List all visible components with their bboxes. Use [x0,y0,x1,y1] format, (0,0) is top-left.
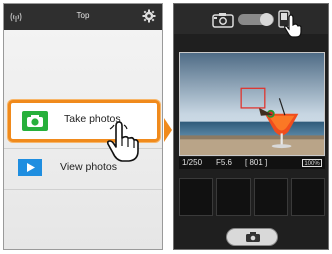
top-menu-screen: Top Take photos View photos [3,3,163,250]
mode-toggle[interactable] [238,13,274,26]
live-view-header [174,4,328,38]
play-icon [18,159,42,176]
exposure-info-bar: 1/250 F5.6 [ 801 ] 100% [179,157,325,169]
camera-icon [22,111,48,131]
shutter-speed: 1/250 [182,158,203,167]
tap-hand-small-icon [284,14,302,38]
cocktail-scene [180,53,324,155]
thumbnail-slot[interactable] [253,178,288,216]
thumbnail-slot[interactable] [216,178,251,216]
camera-shutter-icon [246,232,260,242]
live-view-screen: 1/250 F5.6 [ 801 ] 100% [173,3,329,250]
shutter-button[interactable] [226,228,278,246]
live-view-image[interactable] [179,52,325,156]
camera-mode-icon [212,13,234,28]
gear-icon[interactable] [142,9,156,23]
arrow-right-icon [164,118,172,142]
page-title: Top [76,11,90,20]
shots-remaining: [ 801 ] [245,158,268,167]
thumbnail-strip [179,178,325,216]
battery-indicator: 100% [302,159,322,167]
tap-hand-icon [106,121,139,162]
top-header-bar: Top [4,4,162,30]
thumbnail-slot[interactable] [179,178,214,216]
toggle-knob[interactable] [260,13,273,26]
thumbnail-slot[interactable] [290,178,325,216]
aperture: F5.6 [216,158,233,167]
view-photos-label: View photos [60,161,118,173]
